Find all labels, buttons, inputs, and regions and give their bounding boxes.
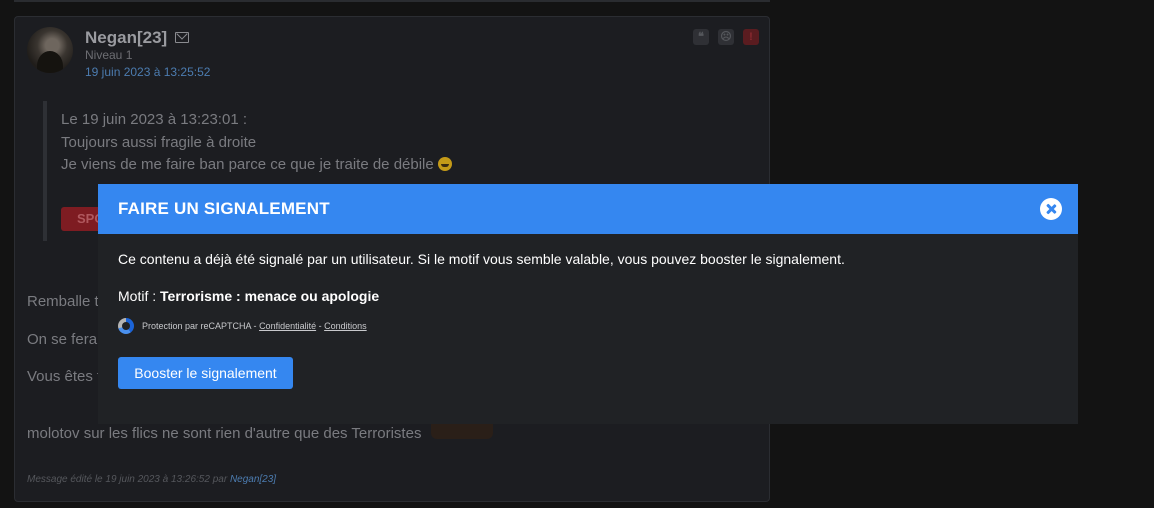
reason-label: Motif : — [118, 288, 157, 304]
post-text: Vous êtes t — [27, 368, 102, 385]
previous-post-edge — [14, 0, 770, 2]
close-icon[interactable] — [1040, 198, 1062, 220]
recaptcha-notice: Protection par reCAPTCHA - Confidentiali… — [118, 317, 367, 335]
mail-icon[interactable] — [175, 32, 189, 43]
edit-notice-text: Message édité le 19 juin 2023 à 13:26:52… — [27, 474, 228, 485]
post-text: On se ferai — [27, 331, 101, 348]
quote-icon[interactable]: ❝ — [693, 29, 709, 45]
report-modal: FAIRE UN SIGNALEMENT Ce contenu a déjà é… — [98, 184, 1078, 424]
edit-author-link[interactable]: Negan[23] — [230, 474, 276, 485]
boost-report-button[interactable]: Booster le signalement — [118, 357, 293, 389]
post-author[interactable]: Negan[23] — [85, 28, 167, 48]
sad-icon[interactable]: ☹ — [718, 29, 734, 45]
terms-link[interactable]: Conditions — [324, 321, 367, 331]
privacy-link[interactable]: Confidentialité — [259, 321, 316, 331]
quote-header: Le 19 juin 2023 à 13:23:01 : — [61, 111, 247, 128]
edit-notice: Message édité le 19 juin 2023 à 13:26:52… — [27, 474, 276, 485]
recaptcha-text: Protection par reCAPTCHA - — [142, 321, 257, 331]
post-text: Remballe t — [27, 293, 99, 310]
recaptcha-icon — [118, 318, 134, 334]
modal-header: FAIRE UN SIGNALEMENT — [98, 184, 1078, 234]
post-text: molotov sur les flics ne sont rien d'aut… — [27, 425, 422, 442]
avatar[interactable] — [27, 27, 73, 73]
post-date[interactable]: 19 juin 2023 à 13:25:52 — [85, 65, 210, 79]
alert-icon[interactable]: ! — [743, 29, 759, 45]
report-reason: Motif : Terrorisme : menace ou apologie — [118, 288, 379, 304]
author-level: Niveau 1 — [85, 48, 133, 62]
recaptcha-separator: - — [318, 321, 322, 331]
laughing-smiley-icon — [437, 157, 452, 171]
quote-line: Toujours aussi fragile à droite — [61, 134, 257, 151]
modal-description: Ce contenu a déjà été signalé par un uti… — [118, 251, 845, 267]
modal-title: FAIRE UN SIGNALEMENT — [118, 199, 330, 218]
reason-value: Terrorisme : menace ou apologie — [160, 288, 380, 304]
page: Negan[23] Niveau 1 19 juin 2023 à 13:25:… — [0, 0, 1154, 508]
quote-line: Je viens de me faire ban parce ce que je… — [61, 156, 452, 173]
quote-text: Je viens de me faire ban parce ce que je… — [61, 156, 434, 173]
post-tools: ❝ ☹ ! — [693, 29, 759, 45]
